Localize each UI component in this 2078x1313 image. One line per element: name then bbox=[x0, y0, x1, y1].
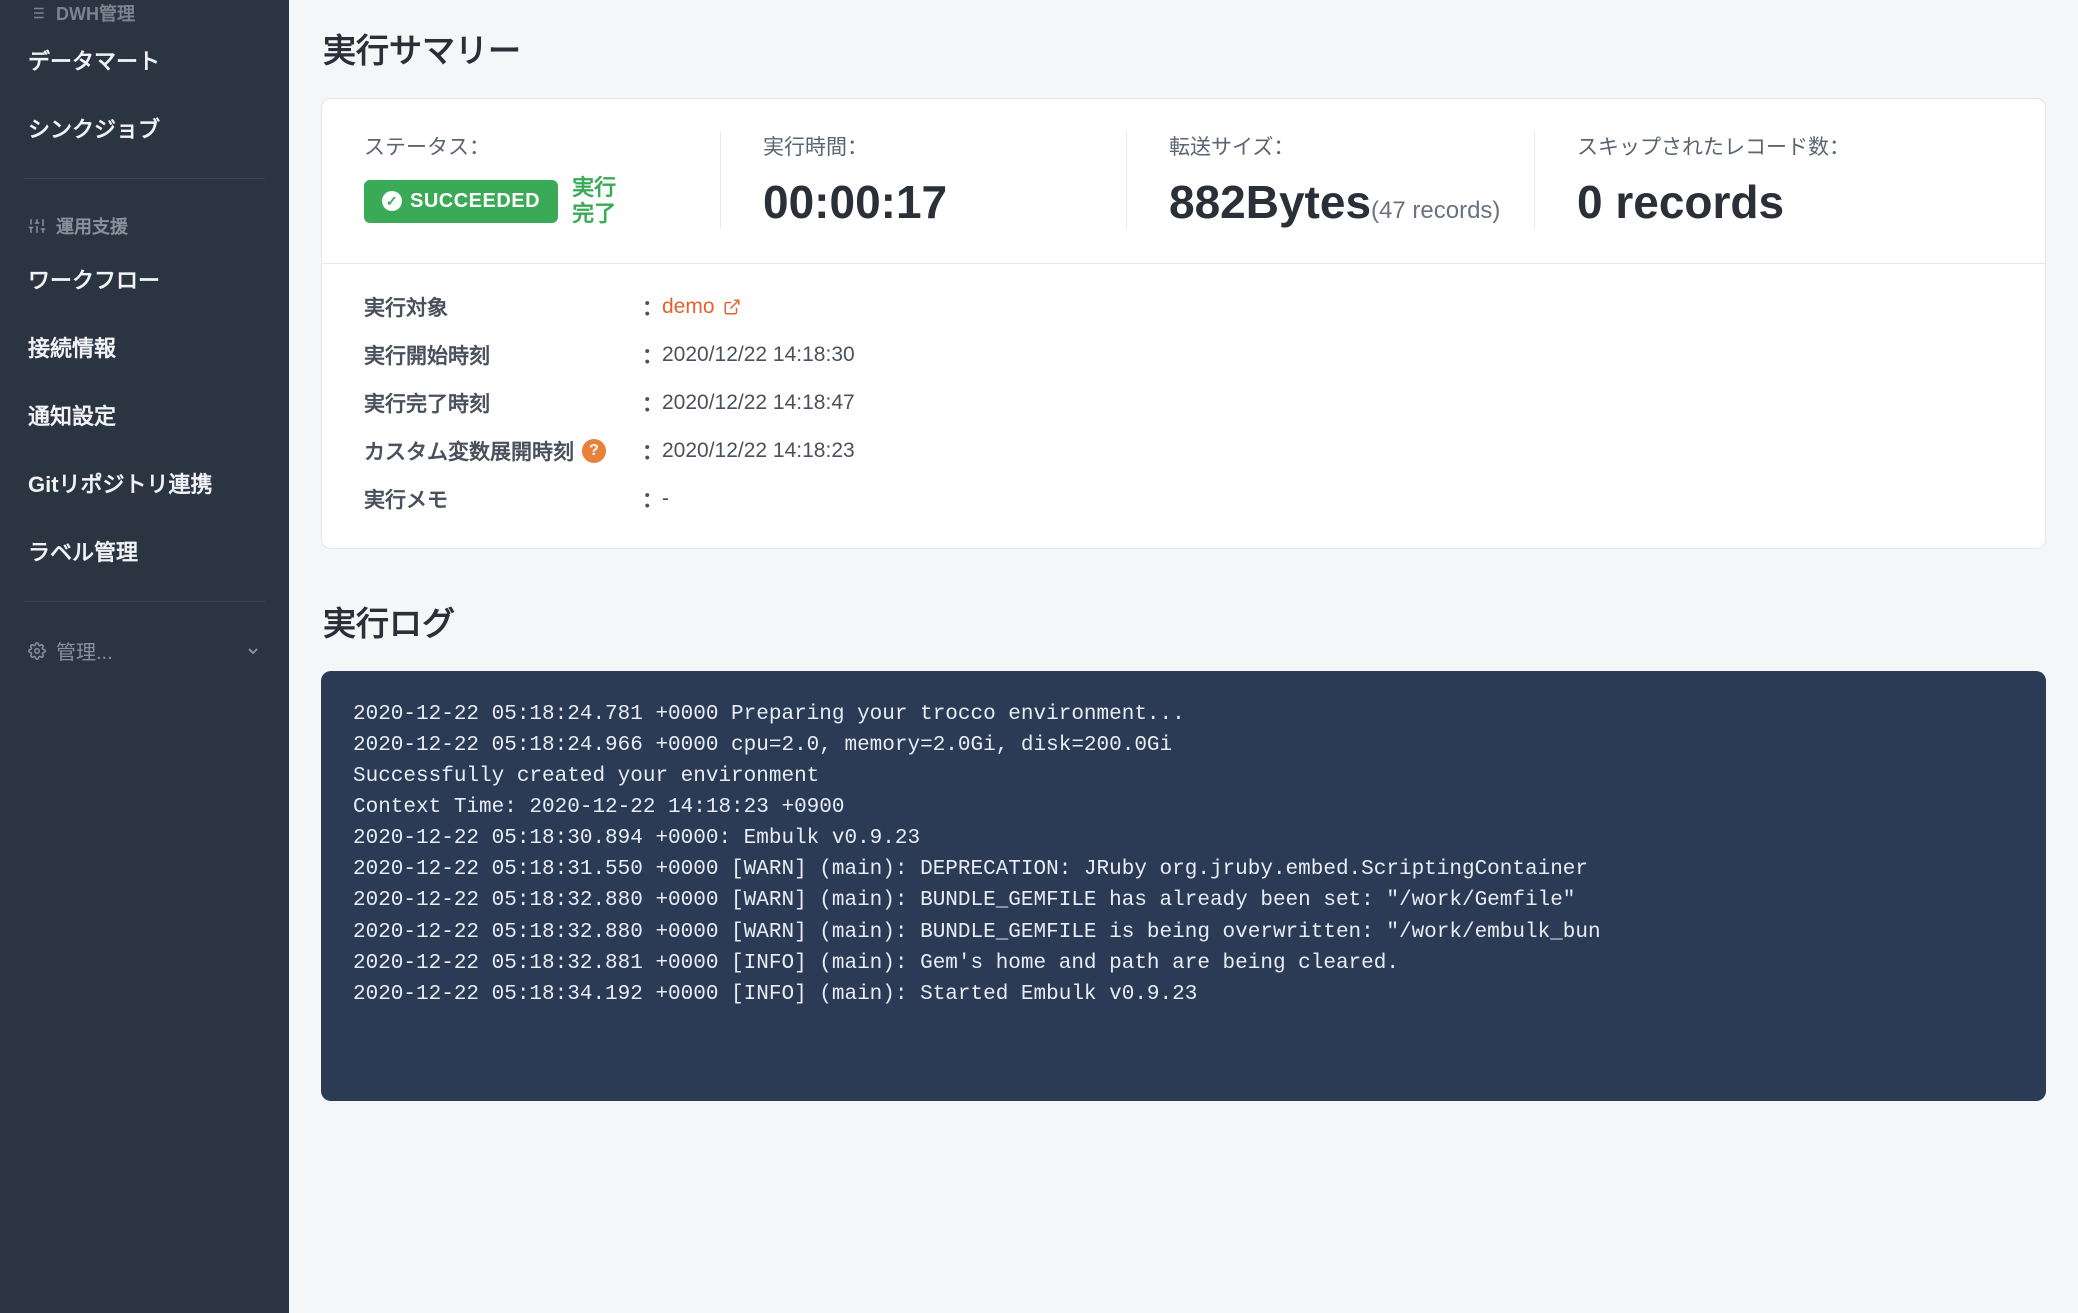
summary-cell-size: 転送サイズ： 882Bytes(47 records) bbox=[1126, 131, 1534, 229]
summary-cell-skipped: スキップされたレコード数： 0 records bbox=[1534, 131, 2045, 229]
sidebar: DWH管理 データマート シンクジョブ 運用支援 ワークフロー 接続情報 通知設… bbox=[0, 0, 289, 1313]
size-label: 転送サイズ： bbox=[1169, 131, 1492, 161]
summary-cell-status: ステータス： ✓ SUCCEEDED 実行完了 bbox=[322, 131, 720, 229]
sidebar-item-notifications[interactable]: 通知設定 bbox=[0, 381, 289, 449]
check-icon: ✓ bbox=[382, 191, 402, 211]
help-icon[interactable]: ? bbox=[582, 439, 606, 463]
log-title: 実行ログ bbox=[323, 597, 2046, 645]
skipped-label: スキップされたレコード数： bbox=[1577, 131, 2003, 161]
sidebar-divider bbox=[24, 601, 265, 602]
detail-key-memo: 実行メモ bbox=[364, 484, 642, 514]
size-value-main: 882Bytes bbox=[1169, 176, 1371, 228]
detail-val-start: 2020/12/22 14:18:30 bbox=[662, 343, 855, 367]
summary-top-row: ステータス： ✓ SUCCEEDED 実行完了 実行時間： 00:00:17 転… bbox=[322, 99, 2045, 263]
list-icon bbox=[28, 4, 46, 22]
summary-card: ステータス： ✓ SUCCEEDED 実行完了 実行時間： 00:00:17 転… bbox=[321, 98, 2046, 549]
detail-val-memo: - bbox=[662, 487, 669, 511]
log-output[interactable]: 2020-12-22 05:18:24.781 +0000 Preparing … bbox=[321, 671, 2046, 1101]
detail-key-end: 実行完了時刻 bbox=[364, 388, 642, 418]
duration-label: 実行時間： bbox=[763, 131, 1084, 161]
main-content: 実行サマリー ステータス： ✓ SUCCEEDED 実行完了 実行時間： 00:… bbox=[289, 0, 2078, 1313]
detail-val-target: demo bbox=[662, 295, 715, 319]
status-note: 実行完了 bbox=[572, 175, 636, 228]
detail-key-target: 実行対象 bbox=[364, 292, 642, 322]
skipped-value: 0 records bbox=[1577, 175, 2003, 229]
status-badge-text: SUCCEEDED bbox=[410, 190, 540, 213]
sidebar-item-workflow[interactable]: ワークフロー bbox=[0, 245, 289, 313]
detail-key-start: 実行開始時刻 bbox=[364, 340, 642, 370]
external-link-icon bbox=[723, 298, 741, 316]
sidebar-item-syncjob[interactable]: シンクジョブ bbox=[0, 94, 289, 162]
sidebar-group-ops: 運用支援 bbox=[0, 195, 289, 245]
sidebar-group-dwh: DWH管理 bbox=[0, 0, 289, 26]
detail-row-start: 実行開始時刻 ： 2020/12/22 14:18:30 bbox=[364, 340, 2003, 370]
summary-cell-duration: 実行時間： 00:00:17 bbox=[720, 131, 1126, 229]
status-badge: ✓ SUCCEEDED bbox=[364, 180, 558, 223]
sidebar-item-connections[interactable]: 接続情報 bbox=[0, 313, 289, 381]
sidebar-item-labels[interactable]: ラベル管理 bbox=[0, 517, 289, 585]
detail-val-end: 2020/12/22 14:18:47 bbox=[662, 391, 855, 415]
detail-row-target: 実行対象 ： demo bbox=[364, 292, 2003, 322]
sidebar-item-git[interactable]: Gitリポジトリ連携 bbox=[0, 449, 289, 517]
sidebar-admin-label: 管理... bbox=[56, 636, 113, 665]
summary-details: 実行対象 ： demo 実行開始時刻 ： 2020/12/22 14:18:30… bbox=[322, 263, 2045, 548]
sidebar-group-ops-label: 運用支援 bbox=[56, 213, 128, 239]
sidebar-admin-toggle[interactable]: 管理... bbox=[0, 618, 289, 683]
sidebar-divider bbox=[24, 178, 265, 179]
detail-key-var: カスタム変数展開時刻 ? bbox=[364, 436, 642, 466]
sidebar-item-datamart[interactable]: データマート bbox=[0, 26, 289, 94]
detail-row-var: カスタム変数展開時刻 ? ： 2020/12/22 14:18:23 bbox=[364, 436, 2003, 466]
sidebar-group-dwh-label: DWH管理 bbox=[56, 0, 135, 26]
detail-val-var: 2020/12/22 14:18:23 bbox=[662, 439, 855, 463]
gear-icon bbox=[28, 642, 46, 660]
status-label: ステータス： bbox=[364, 131, 678, 161]
duration-value: 00:00:17 bbox=[763, 175, 1084, 229]
chevron-down-icon bbox=[245, 643, 261, 659]
detail-link-target[interactable]: demo bbox=[662, 295, 741, 319]
size-value: 882Bytes(47 records) bbox=[1169, 175, 1492, 229]
detail-row-memo: 実行メモ ： - bbox=[364, 484, 2003, 514]
size-value-sub: (47 records) bbox=[1371, 197, 1500, 224]
sliders-icon bbox=[28, 217, 46, 235]
summary-title: 実行サマリー bbox=[323, 24, 2046, 72]
detail-row-end: 実行完了時刻 ： 2020/12/22 14:18:47 bbox=[364, 388, 2003, 418]
